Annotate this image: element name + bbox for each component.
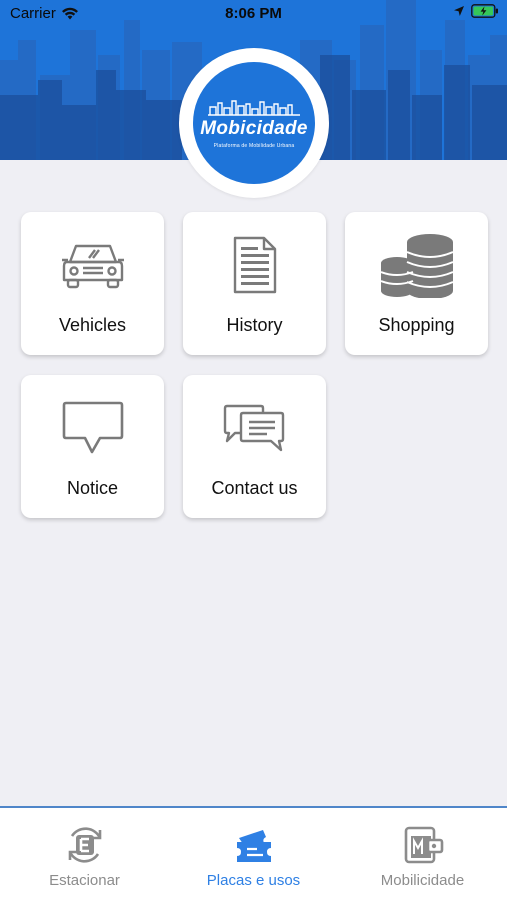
- logo-wordmark: Mobicidade: [200, 117, 308, 139]
- contact-us-label: Contact us: [211, 478, 298, 498]
- status-bar: Carrier 8:06 PM: [0, 0, 507, 28]
- app-logo: Mobicidade Plataforma de Mobilidade Urba…: [179, 48, 329, 198]
- logo-badge: Mobicidade Plataforma de Mobilidade Urba…: [193, 62, 315, 184]
- chat-bubbles-icon: [183, 393, 326, 463]
- logo-skyline-icon: [208, 99, 300, 116]
- car-icon: [21, 230, 164, 300]
- speech-bubble-icon: [21, 393, 164, 463]
- vehicles-card[interactable]: Vehicles: [21, 212, 164, 355]
- document-icon: [183, 230, 326, 300]
- notice-label: Notice: [66, 478, 119, 498]
- tickets-icon: [236, 830, 271, 862]
- tab-estacionar-label: Estacionar: [49, 872, 120, 889]
- status-time: 8:06 PM: [225, 5, 282, 22]
- status-right-group: [453, 4, 499, 18]
- tab-placas-e-usos-label: Placas e usos: [206, 872, 301, 889]
- bottom-tab-bar: Estacionar Placas e usos Mobilicidade: [0, 806, 507, 900]
- battery-charging-icon: [471, 4, 498, 18]
- parking-e-icon: [68, 827, 101, 863]
- notice-card[interactable]: Notice: [21, 375, 164, 518]
- tab-mobilicidade[interactable]: Mobilicidade: [338, 824, 507, 894]
- contact-us-card[interactable]: Contact us: [183, 375, 326, 518]
- shopping-card[interactable]: Shopping: [345, 212, 488, 355]
- history-card[interactable]: History: [183, 212, 326, 355]
- tab-mobilicidade-label: Mobilicidade: [380, 872, 465, 889]
- shopping-label: Shopping: [378, 315, 455, 335]
- vehicles-label: Vehicles: [58, 315, 127, 335]
- tab-placas-e-usos[interactable]: Placas e usos: [169, 824, 338, 894]
- coins-icon: [345, 230, 488, 300]
- history-label: History: [226, 315, 283, 335]
- tab-estacionar[interactable]: Estacionar: [0, 824, 169, 894]
- location-arrow-icon: [454, 6, 464, 16]
- logo-subtitle: Plataforma de Mobilidade Urbana: [213, 142, 295, 149]
- wallet-icon: [404, 826, 443, 864]
